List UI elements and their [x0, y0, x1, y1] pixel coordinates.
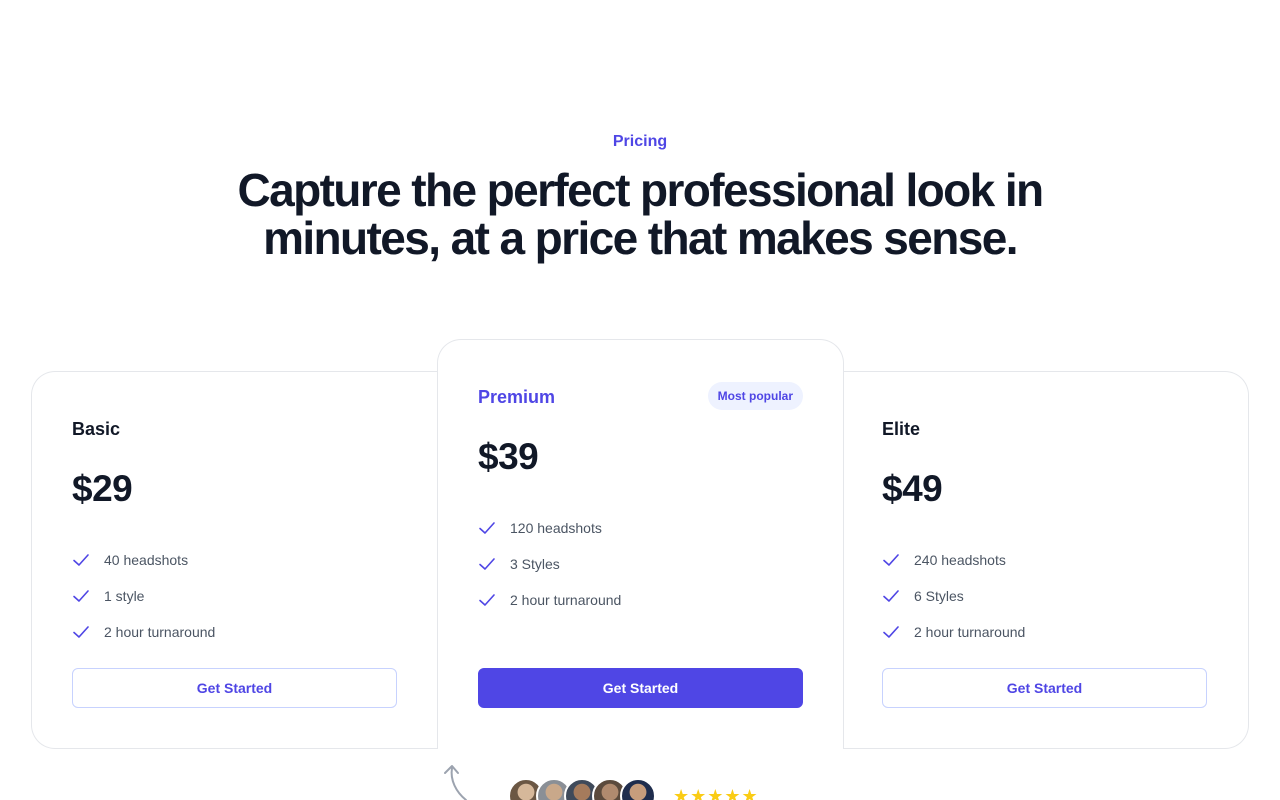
- get-started-button-basic[interactable]: Get Started: [72, 668, 397, 708]
- check-icon: [479, 594, 495, 606]
- check-icon: [73, 626, 89, 638]
- plan-card-elite: Elite $49 240 headshots 6 Styles 2 hour …: [842, 371, 1249, 749]
- plan-price: $29: [72, 468, 133, 509]
- feature-label: 2 hour turnaround: [914, 624, 1026, 640]
- section-headline: Capture the perfect professional look in…: [237, 164, 1044, 264]
- rating-stars: ★★★★★: [673, 786, 759, 800]
- get-started-button-premium[interactable]: Get Started: [478, 668, 803, 708]
- feature-item: 40 headshots: [72, 542, 215, 578]
- plan-name: Elite: [882, 419, 921, 439]
- check-icon: [479, 558, 495, 570]
- feature-label: 6 Styles: [914, 588, 964, 604]
- feature-label: 120 headshots: [510, 520, 602, 536]
- plan-card-basic: Basic $29 40 headshots 1 style 2 hour tu…: [31, 371, 438, 749]
- check-icon: [73, 590, 89, 602]
- get-started-button-elite[interactable]: Get Started: [882, 668, 1207, 708]
- most-popular-badge: Most popular: [707, 382, 803, 410]
- feature-item: 2 hour turnaround: [72, 614, 215, 650]
- social-proof: ★★★★★: [436, 762, 796, 800]
- feature-label: 1 style: [104, 588, 145, 604]
- section-eyebrow: Pricing: [612, 133, 668, 150]
- feature-label: 240 headshots: [914, 552, 1006, 568]
- check-icon: [479, 522, 495, 534]
- feature-item: 1 style: [72, 578, 215, 614]
- feature-item: 240 headshots: [882, 542, 1025, 578]
- pricing-page: Pricing Capture the perfect professional…: [0, 0, 1280, 800]
- feature-label: 40 headshots: [104, 552, 189, 568]
- feature-label: 2 hour turnaround: [104, 624, 216, 640]
- feature-list: 40 headshots 1 style 2 hour turnaround: [72, 542, 215, 650]
- plan-card-premium: Premium Most popular $39 120 headshots 3…: [437, 339, 844, 749]
- feature-list: 240 headshots 6 Styles 2 hour turnaround: [882, 542, 1025, 650]
- feature-item: 6 Styles: [882, 578, 1025, 614]
- plan-name: Basic: [72, 419, 121, 439]
- feature-item: 120 headshots: [478, 510, 621, 546]
- check-icon: [883, 554, 899, 566]
- feature-item: 3 Styles: [478, 546, 621, 582]
- curved-arrow-icon: [444, 765, 467, 800]
- avatar: [620, 778, 656, 800]
- check-icon: [883, 626, 899, 638]
- feature-label: 3 Styles: [510, 556, 560, 572]
- check-icon: [883, 590, 899, 602]
- plan-price: $39: [478, 436, 539, 477]
- feature-list: 120 headshots 3 Styles 2 hour turnaround: [478, 510, 621, 618]
- plan-price: $49: [882, 468, 943, 509]
- check-icon: [73, 554, 89, 566]
- feature-label: 2 hour turnaround: [510, 592, 622, 608]
- feature-item: 2 hour turnaround: [882, 614, 1025, 650]
- feature-item: 2 hour turnaround: [478, 582, 621, 618]
- plan-name: Premium: [478, 387, 556, 407]
